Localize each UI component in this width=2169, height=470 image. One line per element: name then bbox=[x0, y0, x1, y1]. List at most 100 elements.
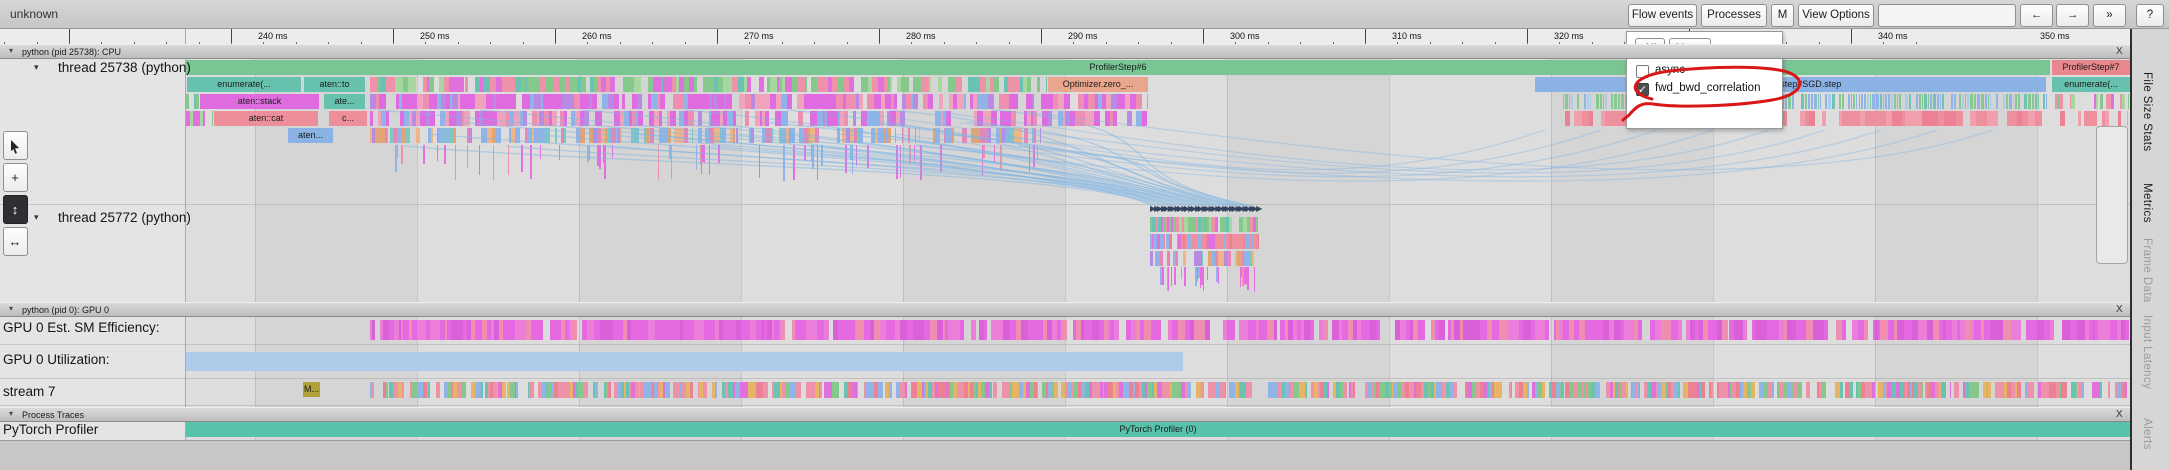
trace-event-sliver bbox=[821, 145, 823, 166]
trace-event-sliver bbox=[430, 111, 435, 126]
trace-event-sliver bbox=[2081, 382, 2084, 398]
trace-event-sliver bbox=[430, 320, 437, 340]
trace-event-sliver bbox=[1569, 94, 1571, 109]
gpu-utilization-band[interactable] bbox=[186, 352, 1183, 371]
trace-event-sliver bbox=[905, 77, 909, 92]
trace-event-sliver bbox=[1883, 94, 1885, 109]
tab-file-size-stats[interactable]: File Size Stats bbox=[2141, 72, 2153, 152]
trace-event-sliver bbox=[781, 320, 785, 340]
help-button[interactable]: ? bbox=[2136, 4, 2164, 27]
timing-tool-button[interactable]: ↔ bbox=[3, 227, 28, 256]
trace-event-bar[interactable]: enumerate(... bbox=[2052, 77, 2130, 92]
close-group-icon[interactable]: X bbox=[2116, 46, 2123, 57]
trace-event-sliver bbox=[667, 128, 671, 143]
trace-event-sliver bbox=[610, 77, 615, 92]
trace-event-bar[interactable]: aten::stack bbox=[200, 94, 319, 109]
trace-event-sliver bbox=[1033, 145, 1034, 167]
trace-event-bar[interactable]: Optimizer.step#SGD.step bbox=[1535, 77, 2046, 92]
close-group-icon[interactable]: X bbox=[2116, 304, 2123, 315]
trace-event-sliver bbox=[1064, 94, 1070, 109]
trace-event-sliver bbox=[1574, 111, 1582, 126]
trace-event-sliver bbox=[1821, 382, 1826, 398]
trace-event-sliver bbox=[1771, 382, 1774, 398]
trace-event-sliver bbox=[1891, 94, 1893, 109]
trace-viewer-window: unknown 240 ms250 ms260 ms270 ms280 ms29… bbox=[0, 0, 2169, 470]
collapse-triangle-icon[interactable]: ▾ bbox=[34, 62, 39, 73]
m-button[interactable]: M bbox=[1771, 4, 1794, 27]
trace-event-bar[interactable]: ate... bbox=[324, 94, 365, 109]
trace-event-sliver bbox=[1202, 251, 1204, 266]
trace-event-sliver bbox=[1040, 128, 1041, 143]
trace-event-sliver bbox=[1808, 94, 1810, 109]
trace-event-sliver bbox=[838, 320, 845, 340]
flow-events-button[interactable]: Flow events bbox=[1628, 4, 1697, 27]
trace-event-sliver bbox=[948, 77, 955, 92]
trace-event-bar[interactable]: Optimizer.zero_... bbox=[1048, 77, 1148, 92]
trace-event-sliver bbox=[709, 145, 710, 175]
async-checkbox[interactable] bbox=[1636, 65, 1649, 78]
trace-event-sliver bbox=[931, 94, 934, 109]
pan-tool-button[interactable]: + bbox=[3, 163, 28, 192]
track-label: PyTorch Profiler bbox=[3, 422, 98, 437]
trace-event-sliver bbox=[1885, 94, 1887, 109]
trace-event-bar[interactable]: enumerate(... bbox=[187, 77, 301, 92]
collapse-triangle-icon[interactable]: ▾ bbox=[9, 409, 13, 418]
trace-event-sliver bbox=[988, 128, 991, 143]
ruler-tick-label: 260 ms bbox=[582, 31, 612, 41]
tab-metrics[interactable]: Metrics bbox=[2141, 183, 2153, 223]
tab-frame-data[interactable]: Frame Data bbox=[2141, 238, 2153, 303]
trace-event-bar[interactable]: c... bbox=[329, 111, 367, 126]
nav-back-button[interactable]: ← bbox=[2020, 4, 2053, 27]
trace-event-sliver bbox=[797, 94, 804, 109]
tab-alerts[interactable]: Alerts bbox=[2141, 418, 2153, 450]
trace-event-sliver bbox=[1618, 94, 1621, 109]
trace-event-sliver bbox=[1941, 382, 1946, 398]
trace-event-sliver bbox=[1880, 94, 1882, 109]
trace-event-sliver bbox=[1168, 267, 1169, 291]
collapse-triangle-icon[interactable]: ▾ bbox=[34, 212, 39, 223]
trace-event-bar[interactable]: aten... bbox=[288, 128, 333, 143]
collapse-triangle-icon[interactable]: ▾ bbox=[9, 304, 13, 313]
trace-event-sliver bbox=[1247, 382, 1252, 398]
collapse-chevrons-button[interactable]: » bbox=[2093, 4, 2126, 27]
view-options-button[interactable]: View Options bbox=[1798, 4, 1874, 27]
trace-event-sliver bbox=[2078, 111, 2081, 126]
trace-event-sliver bbox=[637, 94, 642, 109]
trace-event-sliver bbox=[588, 145, 590, 161]
track-group-header[interactable]: ▾Process TracesX bbox=[0, 407, 2130, 422]
tab-input-latency[interactable]: Input Latency bbox=[2141, 315, 2153, 389]
processes-button[interactable]: Processes bbox=[1701, 4, 1767, 27]
trace-event-sliver bbox=[1021, 320, 1028, 340]
trace-event-sliver bbox=[1946, 320, 1953, 340]
select-tool-button[interactable] bbox=[3, 131, 28, 160]
trace-event-sliver bbox=[1872, 382, 1875, 398]
track-group-header[interactable]: ▾python (pid 0): GPU 0X bbox=[0, 302, 2130, 317]
trace-event-bar[interactable]: aten::to bbox=[304, 77, 365, 92]
nav-forward-button[interactable]: → bbox=[2056, 4, 2089, 27]
zoom-tool-button[interactable]: ↕ bbox=[3, 195, 28, 224]
trace-event-bar[interactable]: PyTorch Profiler (0) bbox=[186, 422, 2130, 437]
trace-event-sliver bbox=[1227, 251, 1231, 266]
close-group-icon[interactable]: X bbox=[2116, 409, 2123, 420]
trace-event-sliver bbox=[461, 382, 466, 398]
trace-event-sliver bbox=[1807, 382, 1810, 398]
ruler-tick-label: 340 ms bbox=[1878, 31, 1908, 41]
trace-event-sliver bbox=[670, 111, 675, 126]
trace-event-bar[interactable]: M... bbox=[303, 382, 320, 397]
collapse-triangle-icon[interactable]: ▾ bbox=[9, 46, 13, 55]
trace-event-sliver bbox=[508, 145, 509, 175]
async-label: async bbox=[1655, 64, 1685, 76]
search-box[interactable] bbox=[1878, 4, 2016, 27]
zoom-icon: ↕ bbox=[12, 202, 19, 217]
trace-event-sliver bbox=[1046, 77, 1047, 92]
trace-event-sliver bbox=[1864, 320, 1868, 340]
ruler-tick-label: 350 ms bbox=[2040, 31, 2070, 41]
trace-event-bar[interactable]: ProfilerStep#7 bbox=[2052, 60, 2130, 75]
trace-event-sliver bbox=[804, 145, 806, 161]
trace-event-bar[interactable]: aten::cat bbox=[214, 111, 318, 126]
trace-event-sliver bbox=[1905, 94, 1907, 109]
trace-event-sliver bbox=[658, 145, 659, 180]
trace-event-sliver bbox=[1853, 94, 1855, 109]
fwd-bwd-correlation-checkbox[interactable]: ✓ bbox=[1636, 83, 1649, 96]
track-group-header[interactable]: ▾python (pid 25738): CPUX bbox=[0, 44, 2130, 59]
